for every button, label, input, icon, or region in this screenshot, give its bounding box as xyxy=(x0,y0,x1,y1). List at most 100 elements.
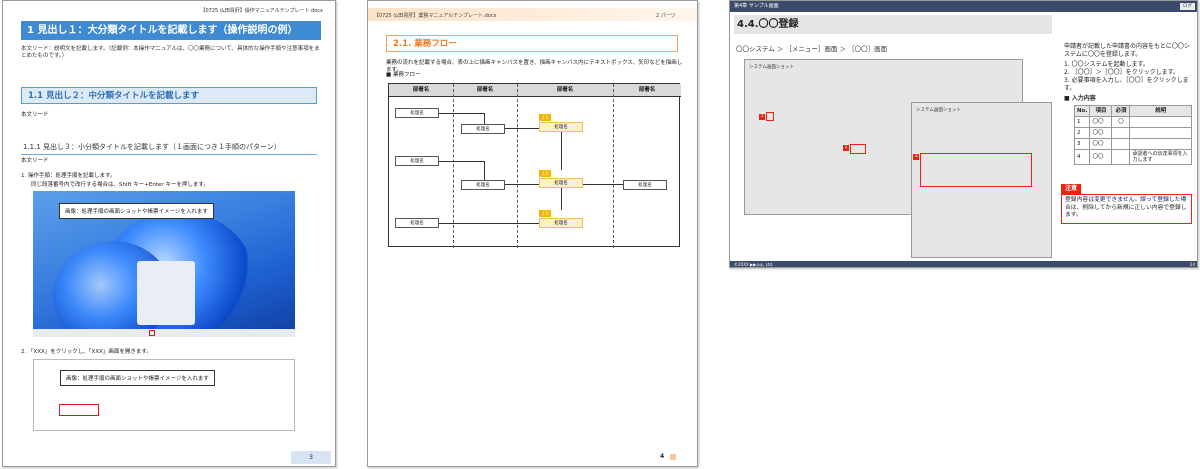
footer-bar: ©2XXX ▶▶◎◎, Ltd. 24 xyxy=(730,261,1197,267)
section-heading: 2.1. 業務フロー xyxy=(386,35,678,52)
chapter-bar: 第4章 サンプル画面 ログ xyxy=(730,1,1197,12)
lane-header: 部署名 xyxy=(476,87,494,93)
highlight-box xyxy=(766,112,774,121)
intro-text: 申請者が記載した申請書の内容をもとに〇〇システムに〇〇を登録します。 xyxy=(1064,43,1190,58)
table-row: 2 〇〇 xyxy=(1073,127,1192,139)
highlight-box xyxy=(59,404,99,416)
header-section: 2 パーツ xyxy=(656,13,676,19)
body-text: 本文リード xyxy=(21,158,49,164)
table-cell: 承認者への伝達事項を入力します xyxy=(1129,149,1192,165)
table-row: 1 〇〇 〇 xyxy=(1073,116,1192,128)
page-header: 【0725 仏田買肝】操作マニュアルテンプレート.docx xyxy=(200,8,323,14)
table-row: 4 〇〇 承認者への伝達事項を入力します xyxy=(1073,149,1192,165)
marker-3: 3 xyxy=(913,154,919,160)
column-header: 説明 xyxy=(1129,105,1192,117)
process-box: 処理名 xyxy=(461,180,505,190)
process-box: 処理名 xyxy=(395,218,439,228)
flow-arrow xyxy=(583,184,623,185)
process-box: 処理名 xyxy=(539,218,583,228)
placeholder-label: システム画面ショット xyxy=(916,108,961,113)
table-cell: 〇〇 xyxy=(1089,116,1113,128)
start-menu xyxy=(137,261,195,325)
copyright: ©2XXX ▶▶◎◎, Ltd. xyxy=(734,262,774,267)
body-text: 本文リード xyxy=(21,112,49,118)
page-header: 【0725 仏田買肝】業務マニュアルテンプレート.docx 2 パーツ xyxy=(368,8,697,21)
flow-arrow xyxy=(505,184,539,185)
step-1: 1. 操作手順：処理手順を記載します。 xyxy=(21,173,116,179)
column-header: 項目 xyxy=(1089,105,1113,117)
step-item: 1. 〇〇システムを起動します。 xyxy=(1064,61,1149,68)
table-cell: 4 xyxy=(1073,149,1091,165)
caution-tag: 注意 xyxy=(1061,184,1082,194)
marker-2: 2 xyxy=(843,145,849,151)
table-cell: 3 xyxy=(1073,138,1091,150)
marker-1: 1 xyxy=(759,114,765,120)
table-cell xyxy=(1129,138,1192,150)
heading-level-3: 1.1.1 見出し３：小分類タイトルを記載します（１画面につき１手順のパターン） xyxy=(21,141,317,155)
taskbar xyxy=(33,329,295,337)
table-cell xyxy=(1129,116,1192,128)
image-callout: 画像：処理手順の画面ショットや帳票イメージを入れます xyxy=(60,370,215,386)
page-number: 3 xyxy=(291,451,331,464)
page-number: 24 xyxy=(1189,262,1195,267)
step-number: 3.2 xyxy=(539,170,551,177)
process-box: 処理名 xyxy=(395,156,439,166)
table-cell xyxy=(1129,127,1192,139)
logo-tag: ログ xyxy=(1180,3,1195,10)
table-cell: 2 xyxy=(1073,127,1091,139)
document-page-3: 第4章 サンプル画面 ログ 4.4.〇〇登録 〇〇システム ＞ ［メニュー］画面… xyxy=(729,0,1198,268)
document-page-1: 【0725 仏田買肝】操作マニュアルテンプレート.docx 1 見出し１：大分類… xyxy=(2,0,336,467)
input-label: ■ 入力内容 xyxy=(1064,95,1096,102)
flow-arrow xyxy=(561,188,562,210)
column-header: 必須 xyxy=(1111,105,1131,117)
page-number-marker xyxy=(670,454,676,460)
flow-arrow xyxy=(439,161,485,162)
table-cell xyxy=(1111,149,1131,165)
step-1-sub: 同じ段落番号内で改行する場合は、Shift キー+Enter キーを押します。 xyxy=(31,182,209,188)
step-number: 3.3 xyxy=(539,210,551,217)
process-box: 処理名 xyxy=(461,124,505,134)
chapter-title: 第4章 サンプル画面 xyxy=(734,3,779,9)
process-box: 処理名 xyxy=(539,178,583,188)
body-text: 本文リード：説明文を記載します。（記載例：本操作マニュアルは、〇〇業務について、… xyxy=(21,46,320,59)
table-cell: 1 xyxy=(1073,116,1091,128)
table-cell xyxy=(1111,138,1131,150)
page-number: 4 xyxy=(660,453,665,460)
image-placeholder: 画像：処理手順の画面ショットや帳票イメージを入れます xyxy=(33,359,295,431)
process-box: 処理名 xyxy=(395,108,439,118)
table-cell: 〇〇 xyxy=(1089,138,1113,150)
system-screenshot-placeholder: システム画面ショット 3 xyxy=(911,102,1052,258)
process-box: 処理名 xyxy=(623,180,667,190)
table-cell: 〇〇 xyxy=(1089,149,1113,165)
column-header: No. xyxy=(1073,105,1091,117)
breadcrumb: 〇〇システム ＞ ［メニュー］画面 ＞ ［〇〇］画面 xyxy=(736,45,888,53)
swimlane-diagram: 部署名 部署名 部署名 部署名 処理名 処理名 3.1 処理名 処理名 処理名 … xyxy=(388,83,681,248)
highlight-box xyxy=(149,330,155,336)
step-item: 3. 必要事項を入力し、［〇〇］をクリックします。 xyxy=(1064,77,1189,92)
instructions-panel: 申請者が記載した申請書の内容をもとに〇〇システムに〇〇を登録します。 1. 〇〇… xyxy=(1064,43,1194,165)
image-callout: 画像：処理手順の画面ショットや帳票イメージを入れます xyxy=(59,203,214,219)
flow-arrow xyxy=(484,113,485,124)
flow-arrow xyxy=(505,128,539,129)
placeholder-label: システム画面ショット xyxy=(749,65,794,70)
caution-note: 登録内容は変更できません。誤って登録した場合は、削除してから新規に正しい内容で登… xyxy=(1061,194,1192,224)
heading-level-2: 1.1 見出し２：中分類タイトルを記載します xyxy=(21,87,317,104)
step-item: 2. ［〇〇］＞［〇〇］をクリックします。 xyxy=(1064,69,1180,76)
section-title: 4.4.〇〇登録 xyxy=(734,15,1052,34)
heading-level-1: 1 見出し１：大分類タイトルを記載します（操作説明の例） xyxy=(21,21,321,40)
flow-label: ■ 業務フロー xyxy=(386,72,421,78)
flow-arrow xyxy=(484,161,485,180)
lane-header: 部署名 xyxy=(556,87,574,93)
process-box: 処理名 xyxy=(539,122,583,132)
highlight-box xyxy=(920,153,1032,187)
lane-divider xyxy=(613,84,614,248)
document-page-2: 【0725 仏田買肝】業務マニュアルテンプレート.docx 2 パーツ 2.1.… xyxy=(367,0,698,467)
screenshot-image: 画像：処理手順の画面ショットや帳票イメージを入れます xyxy=(33,191,295,337)
step-2: 2. 「XXX」をクリックし、「XXX」画面を開きます。 xyxy=(21,349,152,355)
table-cell xyxy=(1111,127,1131,139)
lane-header: 部署名 xyxy=(412,87,430,93)
table-cell: 〇〇 xyxy=(1089,127,1113,139)
lane-header: 部署名 xyxy=(638,87,656,93)
step-number: 3.1 xyxy=(539,114,551,121)
table-header-row: No. 項目 必須 説明 xyxy=(1073,105,1192,117)
